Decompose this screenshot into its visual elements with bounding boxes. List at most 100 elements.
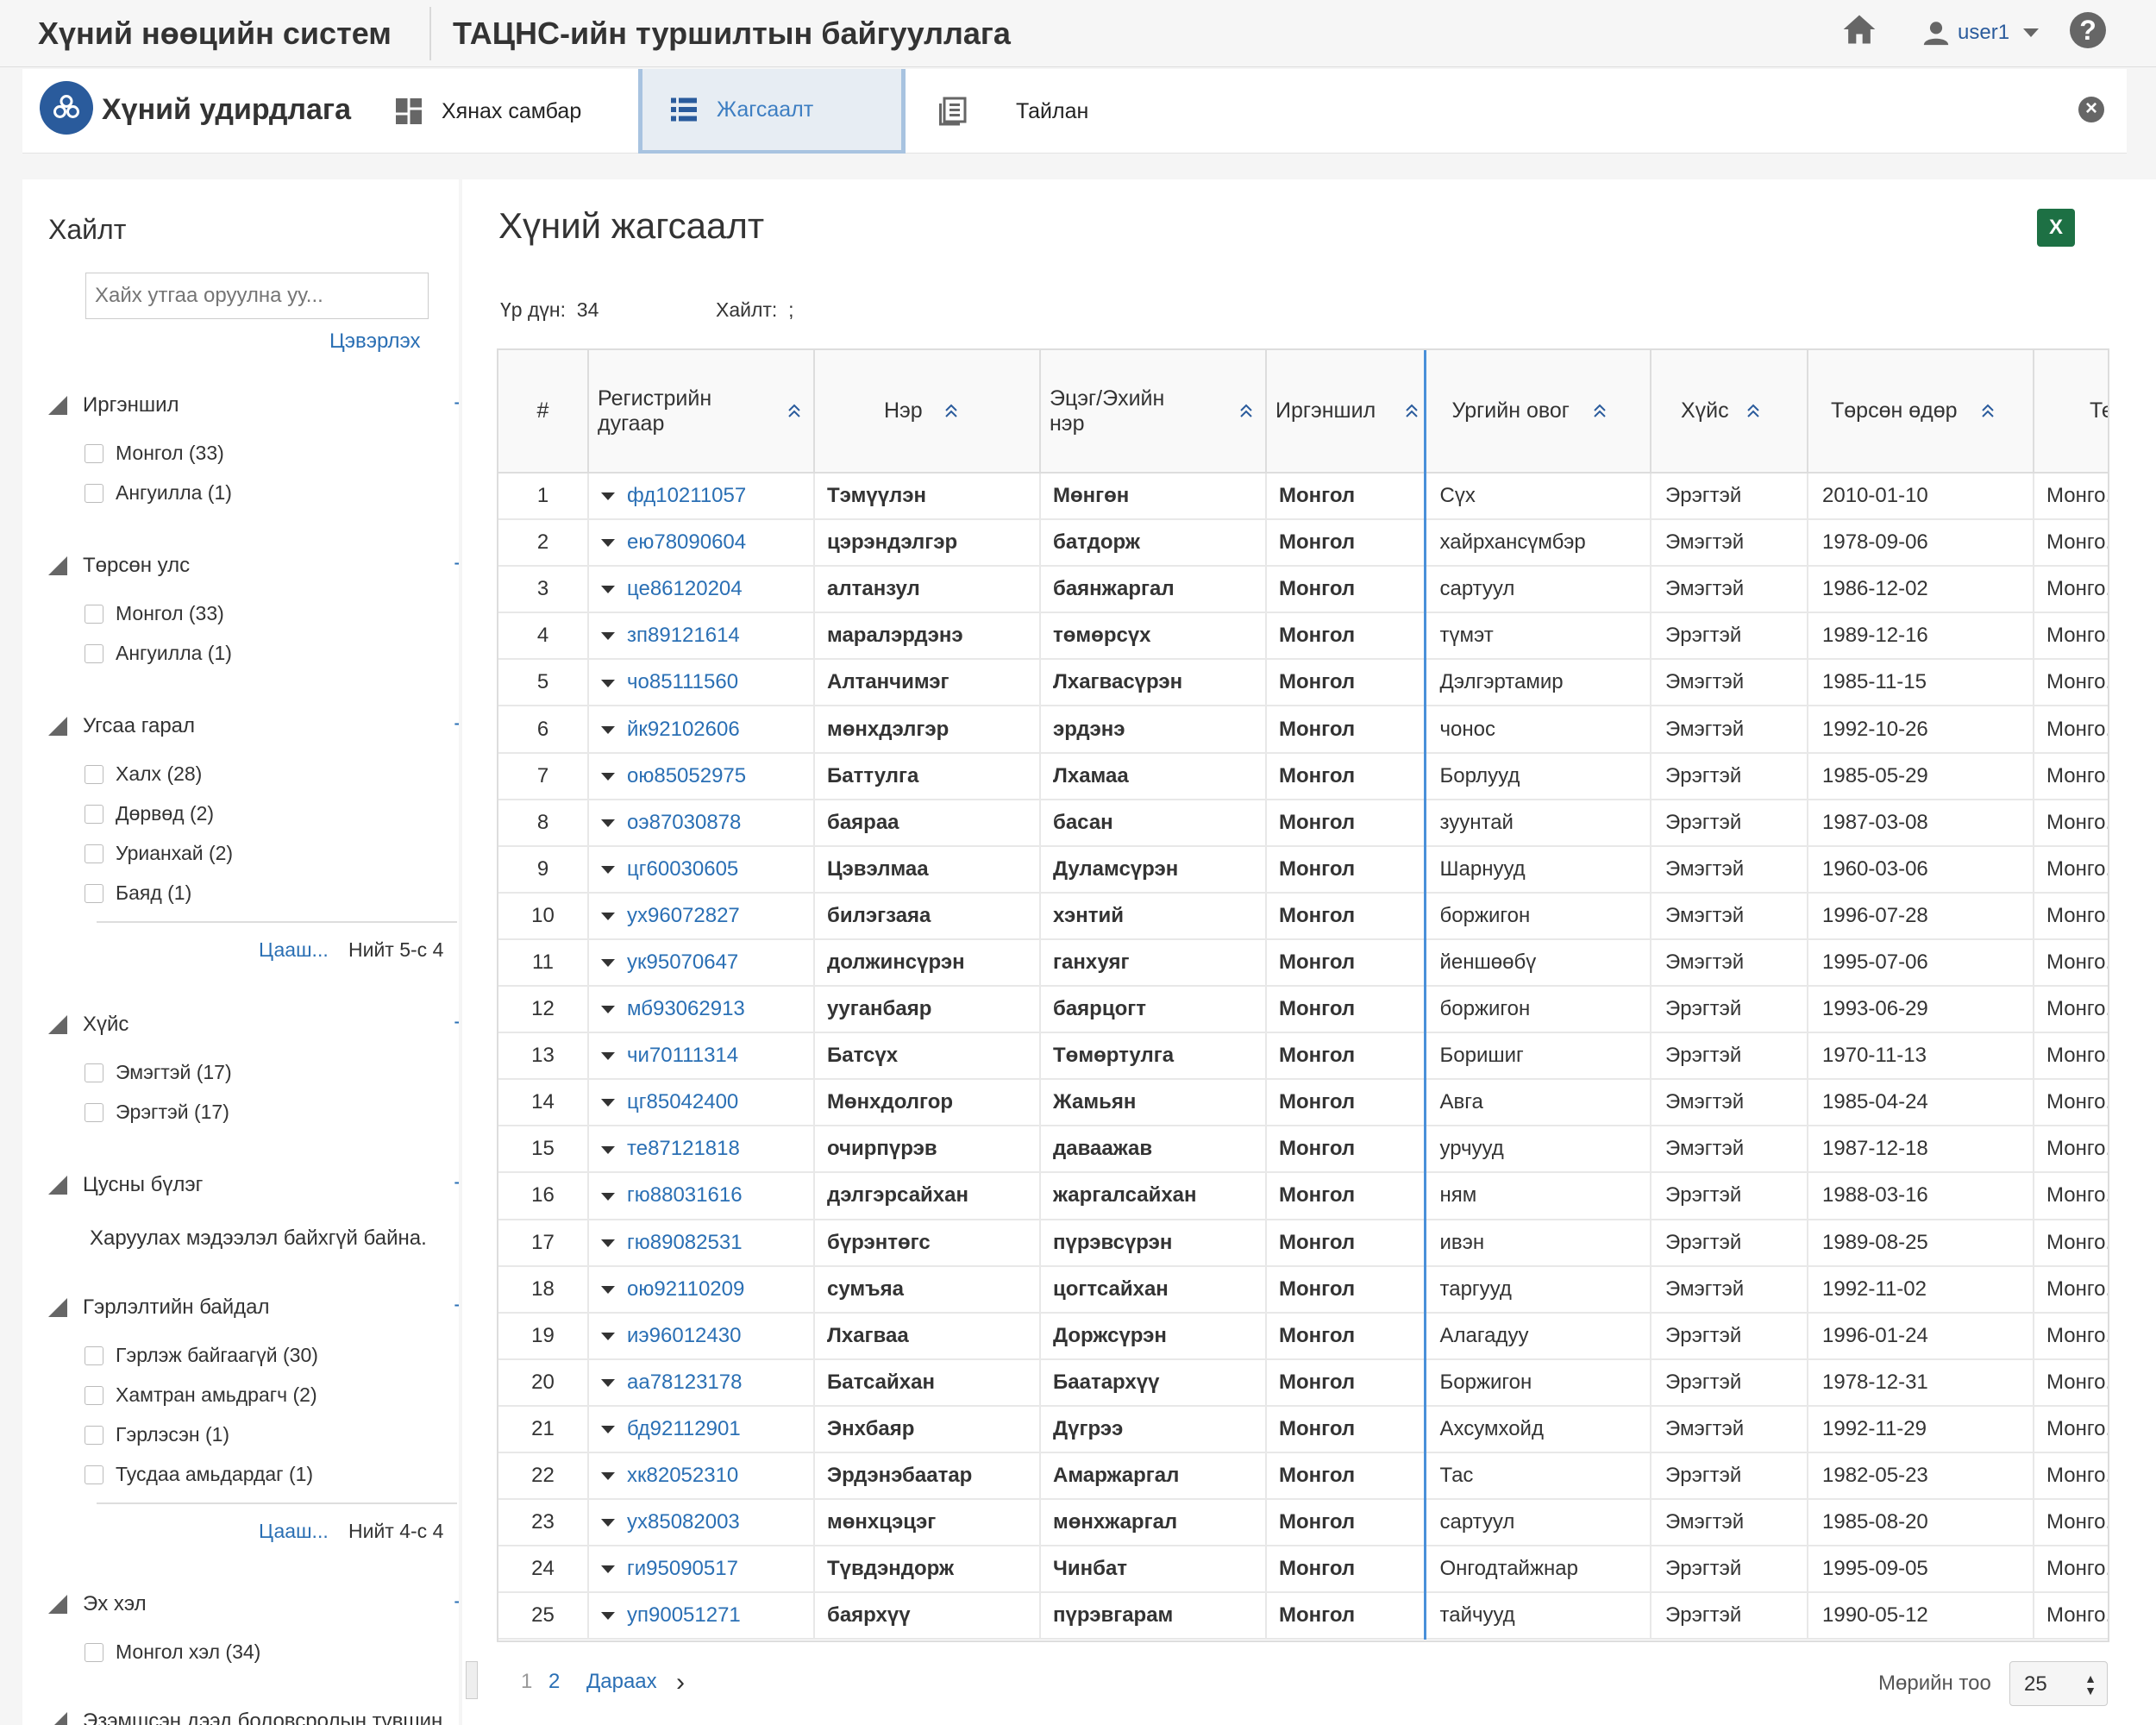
collapse-sidebar-handle[interactable] <box>466 1661 478 1699</box>
registry-link[interactable]: гю88031616 <box>627 1183 743 1207</box>
column-header[interactable]: Нэр <box>814 350 1041 474</box>
row-menu-caret-icon[interactable] <box>601 913 615 921</box>
row-menu-caret-icon[interactable] <box>601 1612 615 1621</box>
column-header[interactable]: Төрсөн өдөр <box>1808 350 2034 474</box>
excel-export-icon[interactable]: X <box>2037 209 2075 247</box>
facet-toggle[interactable]: Хүйс <box>48 1009 128 1040</box>
facet-option[interactable]: Гэрлэж байгаагүй (30) <box>85 1344 318 1367</box>
registry-link[interactable]: иэ96012430 <box>627 1324 741 1347</box>
facet-toggle[interactable]: Угсаа гарал <box>48 711 195 742</box>
column-header[interactable]: Те <box>2034 350 2108 474</box>
chevron-right-icon[interactable]: › <box>676 1668 685 1697</box>
facet-toggle[interactable]: Төрсөн улс <box>48 550 190 581</box>
row-menu-caret-icon[interactable] <box>601 1239 615 1247</box>
sort-icon[interactable] <box>1593 404 1607 419</box>
row-menu-caret-icon[interactable] <box>601 865 615 874</box>
registry-link[interactable]: це86120204 <box>627 577 743 600</box>
column-header[interactable]: Ургийн овог <box>1425 350 1651 474</box>
row-menu-caret-icon[interactable] <box>601 772 615 781</box>
registry-link[interactable]: ею78090604 <box>627 530 746 554</box>
sort-icon[interactable] <box>1746 404 1760 419</box>
registry-link[interactable]: цг85042400 <box>627 1090 738 1113</box>
row-menu-caret-icon[interactable] <box>601 1006 615 1014</box>
facet-toggle[interactable]: Эзэмшсэн дээд боловсролын түвшин <box>48 1706 442 1725</box>
sort-icon[interactable] <box>944 404 958 419</box>
show-more-link[interactable]: Цааш... <box>259 1520 329 1543</box>
facet-option[interactable]: Монгол хэл (34) <box>85 1640 260 1664</box>
facet-option[interactable]: Дөрвөд (2) <box>85 802 214 825</box>
table-row[interactable]: 21 бд92112901 Энхбаяр Дүгрээ Монгол Ахсумхойд… <box>498 1405 2108 1453</box>
checkbox[interactable] <box>85 604 103 624</box>
next-page-link[interactable]: Дараах <box>586 1670 657 1694</box>
checkbox[interactable] <box>85 1063 103 1082</box>
checkbox[interactable] <box>85 1385 103 1405</box>
checkbox[interactable] <box>85 1642 103 1662</box>
row-menu-caret-icon[interactable] <box>601 1052 615 1061</box>
row-menu-caret-icon[interactable] <box>601 1192 615 1201</box>
home-icon[interactable] <box>1840 10 1878 48</box>
row-menu-caret-icon[interactable] <box>601 725 615 734</box>
sort-icon[interactable] <box>787 404 801 419</box>
tab-list[interactable]: Жагсаалт <box>638 69 906 154</box>
row-menu-caret-icon[interactable] <box>601 1472 615 1481</box>
plus-icon[interactable]: + <box>454 1009 459 1037</box>
table-row[interactable]: 7 ою85052975 Баттулга Лхамаа Монгол Борлууд Эр… <box>498 752 2108 800</box>
facet-option[interactable]: Эмэгтэй (17) <box>85 1061 232 1084</box>
table-row[interactable]: 24 ги95090517 Түвдэндорж Чинбат Монгол Онгодт… <box>498 1546 2108 1594</box>
registry-link[interactable]: зп89121614 <box>627 624 740 647</box>
facet-option[interactable]: Ангуилла (1) <box>85 481 232 505</box>
facet-option[interactable]: Тусдаа амьдардаг (1) <box>85 1463 313 1486</box>
registry-link[interactable]: гю89082531 <box>627 1231 743 1254</box>
facet-option[interactable]: Хамтран амьдрагч (2) <box>85 1383 317 1407</box>
table-row[interactable]: 12 мб93062913 ууганбаяр баярцогт Монгол боржи… <box>498 986 2108 1034</box>
show-more-link[interactable]: Цааш... <box>259 938 329 962</box>
checkbox[interactable] <box>85 1465 103 1484</box>
facet-option[interactable]: Баяд (1) <box>85 881 191 905</box>
row-menu-caret-icon[interactable] <box>601 492 615 501</box>
page-2-link[interactable]: 2 <box>548 1670 560 1694</box>
checkbox[interactable] <box>85 1425 103 1445</box>
plus-icon[interactable]: + <box>454 550 459 578</box>
row-menu-caret-icon[interactable] <box>601 1099 615 1107</box>
table-row[interactable]: 16 гю88031616 дэлгэрсайхан жаргалсайхан Монг… <box>498 1172 2108 1220</box>
plus-icon[interactable]: + <box>454 1589 459 1616</box>
facet-option[interactable]: Ангуилла (1) <box>85 642 232 665</box>
sort-icon[interactable] <box>1405 404 1419 419</box>
sort-icon[interactable] <box>1981 404 1995 419</box>
plus-icon[interactable]: + <box>454 711 459 738</box>
facet-toggle[interactable]: Гэрлэлтийн байдал <box>48 1292 270 1323</box>
search-input[interactable] <box>85 273 429 319</box>
row-menu-caret-icon[interactable] <box>601 1378 615 1387</box>
table-row[interactable]: 4 зп89121614 маралэрдэнэ төмөрсүх Монгол түмэ… <box>498 612 2108 661</box>
registry-link[interactable]: ух96072827 <box>627 904 740 927</box>
checkbox[interactable] <box>85 844 103 863</box>
table-row[interactable]: 10 ух96072827 билэгзаяа хэнтий Монгол боржиго… <box>498 892 2108 940</box>
user-menu[interactable]: user1 <box>1921 12 2040 53</box>
facet-option[interactable]: Халх (28) <box>85 762 202 786</box>
checkbox[interactable] <box>85 764 103 784</box>
table-row[interactable]: 8 оэ87030878 баяраа басан Монгол зуунтай Эрэгт… <box>498 799 2108 847</box>
table-row[interactable]: 17 гю89082531 бүрэнтөгс пүрэвсүрэн Монгол ивэ… <box>498 1219 2108 1267</box>
row-menu-caret-icon[interactable] <box>601 586 615 594</box>
row-menu-caret-icon[interactable] <box>601 1519 615 1527</box>
table-row[interactable]: 19 иэ96012430 Лхагваа Доржсүрэн Монгол Алагад… <box>498 1312 2108 1360</box>
row-menu-caret-icon[interactable] <box>601 1426 615 1434</box>
table-row[interactable]: 11 ук95070647 должинсүрэн ганхуяг Монгол йенш… <box>498 938 2108 988</box>
registry-link[interactable]: аа78123178 <box>627 1371 742 1394</box>
registry-link[interactable]: хк82052310 <box>627 1464 738 1487</box>
sort-icon[interactable] <box>1239 404 1253 419</box>
column-header[interactable]: Иргэншил <box>1266 350 1426 474</box>
checkbox[interactable] <box>85 883 103 903</box>
table-row[interactable]: 5 чо85111560 Алтанчимэг Лхагвасүрэн Монгол Дэ… <box>498 659 2108 707</box>
registry-link[interactable]: те87121818 <box>627 1137 740 1160</box>
facet-toggle[interactable]: Эх хэл <box>48 1589 147 1620</box>
registry-link[interactable]: цг60030605 <box>627 857 738 881</box>
tab-dashboard[interactable]: Хянах самбар <box>393 69 652 154</box>
close-icon[interactable]: × <box>2078 97 2104 122</box>
facet-option[interactable]: Эрэгтэй (17) <box>85 1101 229 1124</box>
clear-link[interactable]: Цэвэрлэх <box>329 329 421 354</box>
registry-link[interactable]: чи70111314 <box>627 1044 738 1067</box>
checkbox[interactable] <box>85 443 103 463</box>
registry-link[interactable]: ги95090517 <box>627 1557 738 1580</box>
facet-option[interactable]: Монгол (33) <box>85 442 224 465</box>
